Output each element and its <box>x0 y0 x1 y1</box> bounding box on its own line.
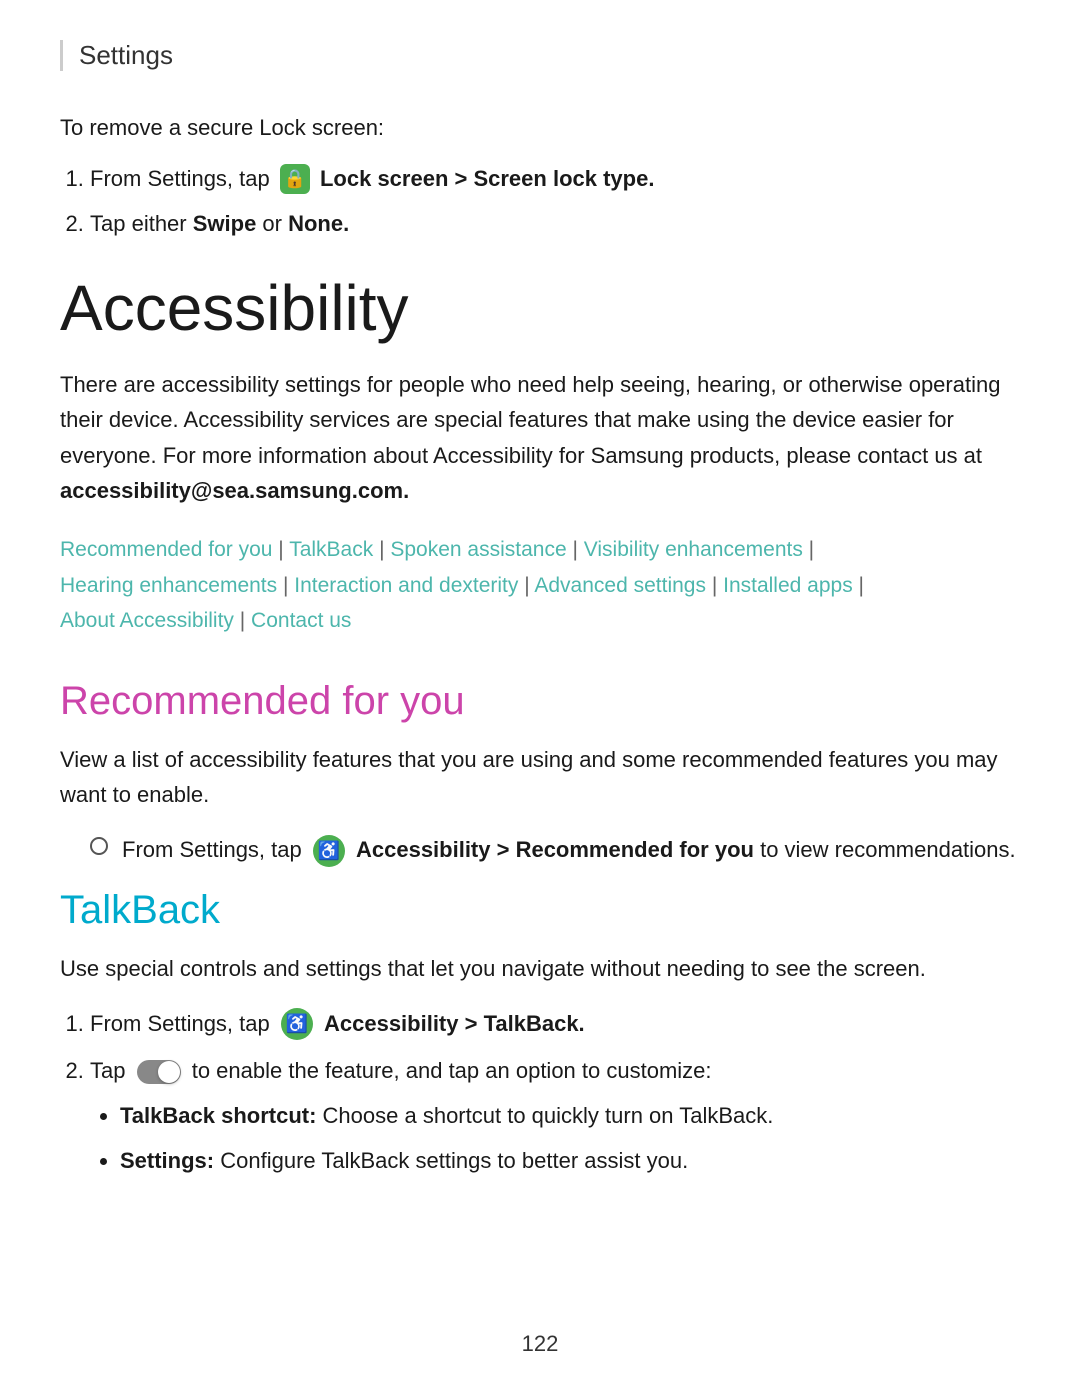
intro-step-1: From Settings, tap Lock screen > Screen … <box>90 160 1020 197</box>
nav-sep-9: | <box>234 609 251 632</box>
nav-sep-5: | <box>277 574 294 597</box>
settings-header: Settings <box>60 40 1020 71</box>
talkback-title: TalkBack <box>60 888 1020 933</box>
talkback-step-2: Tap to enable the feature, and tap an op… <box>90 1053 1020 1179</box>
intro-section: To remove a secure Lock screen: From Set… <box>60 111 1020 243</box>
settings-header-text: Settings <box>79 40 173 70</box>
accessibility-description: There are accessibility settings for peo… <box>60 367 1020 508</box>
talkback-option-shortcut: TalkBack shortcut: Choose a shortcut to … <box>120 1098 1020 1133</box>
lock-screen-bold: Lock screen > Screen lock type. <box>320 166 654 191</box>
recommended-description: View a list of accessibility features th… <box>60 742 1020 812</box>
intro-steps-list: From Settings, tap Lock screen > Screen … <box>90 160 1020 243</box>
recommended-steps: From Settings, tap Accessibility > Recom… <box>90 832 1020 867</box>
talkback-options-list: TalkBack shortcut: Choose a shortcut to … <box>120 1098 1020 1178</box>
nav-link-interaction[interactable]: Interaction and dexterity <box>294 574 518 597</box>
recommended-step-bold: Accessibility > Recommended for you <box>356 837 754 862</box>
talkback-step-1: From Settings, tap Accessibility > TalkB… <box>90 1006 1020 1041</box>
lock-screen-icon <box>280 164 310 194</box>
accessibility-icon-talkback <box>281 1008 313 1040</box>
nav-sep-7: | <box>706 574 723 597</box>
circle-bullet-icon <box>90 837 108 855</box>
accessibility-title: Accessibility <box>60 273 1020 343</box>
recommended-step-content: From Settings, tap Accessibility > Recom… <box>122 832 1020 867</box>
nav-link-advanced[interactable]: Advanced settings <box>534 574 706 597</box>
talkback-shortcut-text: Choose a shortcut to quickly turn on Tal… <box>323 1103 774 1128</box>
nav-sep-8: | <box>853 574 864 597</box>
page-container: Settings To remove a secure Lock screen:… <box>0 0 1080 1274</box>
nav-link-spoken[interactable]: Spoken assistance <box>390 538 566 561</box>
recommended-step-after: to view recommendations. <box>760 837 1016 862</box>
nav-link-installed[interactable]: Installed apps <box>723 574 853 597</box>
talkback-shortcut-bold: TalkBack shortcut: <box>120 1103 316 1128</box>
recommended-title: Recommended for you <box>60 679 1020 724</box>
recommended-step-1: From Settings, tap Accessibility > Recom… <box>90 832 1020 867</box>
intro-step-2: Tap either Swipe or None. <box>90 205 1020 242</box>
talkback-description: Use special controls and settings that l… <box>60 951 1020 986</box>
nav-sep-6: | <box>518 574 534 597</box>
nav-sep-4: | <box>803 538 814 561</box>
nav-links: Recommended for you | TalkBack | Spoken … <box>60 532 1020 639</box>
talkback-steps-list: From Settings, tap Accessibility > TalkB… <box>90 1006 1020 1179</box>
swipe-bold: Swipe <box>193 211 257 236</box>
nav-sep-3: | <box>567 538 584 561</box>
page-number: 122 <box>0 1331 1080 1357</box>
talkback-step-1-bold: Accessibility > TalkBack. <box>324 1011 585 1036</box>
talkback-option-settings: Settings: Configure TalkBack settings to… <box>120 1143 1020 1178</box>
nav-link-hearing[interactable]: Hearing enhancements <box>60 574 277 597</box>
talkback-settings-text: Configure TalkBack settings to better as… <box>220 1148 688 1173</box>
accessibility-email: accessibility@sea.samsung.com. <box>60 478 409 503</box>
talkback-settings-bold: Settings: <box>120 1148 214 1173</box>
recommended-step-before: From Settings, tap <box>122 837 308 862</box>
nav-sep-2: | <box>373 538 390 561</box>
nav-link-contact[interactable]: Contact us <box>251 609 351 632</box>
nav-link-talkback[interactable]: TalkBack <box>289 538 373 561</box>
nav-sep-1: | <box>272 538 289 561</box>
nav-link-recommended[interactable]: Recommended for you <box>60 538 272 561</box>
nav-link-about[interactable]: About Accessibility <box>60 609 234 632</box>
nav-link-visibility[interactable]: Visibility enhancements <box>584 538 803 561</box>
accessibility-icon-recommended <box>313 835 345 867</box>
recommended-section: Recommended for you View a list of acces… <box>60 679 1020 868</box>
accessibility-desc-text: There are accessibility settings for peo… <box>60 372 1000 467</box>
none-bold: None. <box>288 211 349 236</box>
intro-text: To remove a secure Lock screen: <box>60 111 1020 144</box>
toggle-switch-icon <box>137 1060 181 1084</box>
talkback-section: TalkBack Use special controls and settin… <box>60 888 1020 1179</box>
